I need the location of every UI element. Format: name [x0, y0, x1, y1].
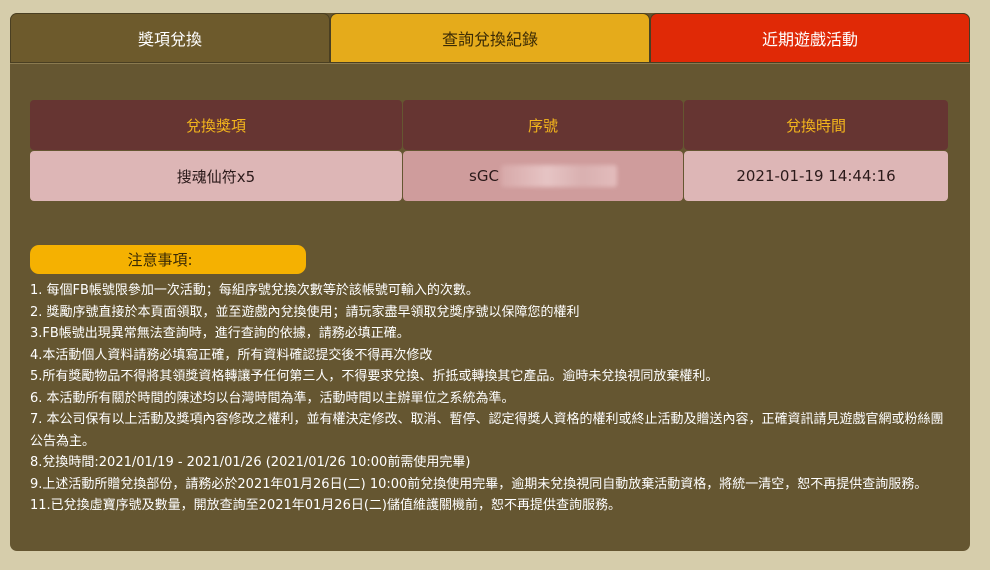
table-row: 搜魂仙符x5 sGC 2021-01-19 14:44:16 [30, 151, 950, 201]
notice-item: 6. 本活動所有關於時間的陳述均以台灣時間為準，活動時間以主辦單位之系統為準。 [30, 390, 515, 406]
tab-prize-exchange[interactable]: 獎項兌換 [10, 13, 330, 63]
notice-item: 9.上述活動所贈兌換部份，請務必於2021年01月26日(二) 10:00前兌換… [30, 476, 928, 492]
notice-title-badge: 注意事項: [30, 245, 306, 274]
tab-recent-events[interactable]: 近期遊戲活動 [650, 13, 970, 63]
notice-item: 7. 本公司保有以上活動及獎項內容修改之權利，並有權決定修改、取消、暫停、認定得… [30, 412, 944, 449]
serial-redacted [500, 165, 617, 187]
tab-bar: 獎項兌換 查詢兌換紀錄 近期遊戲活動 [10, 13, 970, 63]
notice-item: 3.FB帳號出現異常無法查詢時，進行查詢的依據，請務必填正確。 [30, 326, 410, 341]
serial-prefix: sGC [469, 167, 499, 185]
cell-time: 2021-01-19 14:44:16 [684, 151, 948, 201]
notice-item: 5.所有獎勵物品不得將其領獎資格轉讓予任何第三人，不得要求兌換、折抵或轉換其它產… [30, 369, 719, 384]
exchange-record-table: 兌換獎項 序號 兌換時間 搜魂仙符x5 sGC 2021-01-19 14:44… [30, 100, 950, 201]
main-panel: 獎項兌換 查詢兌換紀錄 近期遊戲活動 兌換獎項 序號 兌換時間 搜魂仙符x5 s… [10, 13, 970, 551]
notice-item: 1. 每個FB帳號限參加一次活動；每組序號兌換次數等於該帳號可輸入的次數。 [30, 283, 479, 298]
cell-prize: 搜魂仙符x5 [30, 151, 402, 201]
header-time: 兌換時間 [684, 100, 948, 150]
table-header-row: 兌換獎項 序號 兌換時間 [30, 100, 950, 150]
notice-item: 8.兌換時間:2021/01/19 - 2021/01/26 (2021/01/… [30, 455, 471, 470]
tab-exchange-history[interactable]: 查詢兌換紀錄 [330, 13, 650, 63]
notice-item: 11.已兌換虛寶序號及數量，開放查詢至2021年01月26日(二)儲值維護關機前… [30, 498, 621, 513]
cell-serial[interactable]: sGC [403, 151, 683, 201]
notice-list: 1. 每個FB帳號限參加一次活動；每組序號兌換次數等於該帳號可輸入的次數。 2.… [30, 280, 950, 517]
serial-value[interactable]: sGC [469, 165, 617, 187]
header-prize: 兌換獎項 [30, 100, 402, 150]
header-serial: 序號 [403, 100, 683, 150]
tab-divider [10, 63, 970, 64]
notice-item: 2. 獎勵序號直接於本頁面領取，並至遊戲內兌換使用；請玩家盡早領取兌獎序號以保障… [30, 304, 580, 320]
notice-item: 4.本活動個人資料請務必填寫正確，所有資料確認提交後不得再次修改 [30, 347, 433, 363]
